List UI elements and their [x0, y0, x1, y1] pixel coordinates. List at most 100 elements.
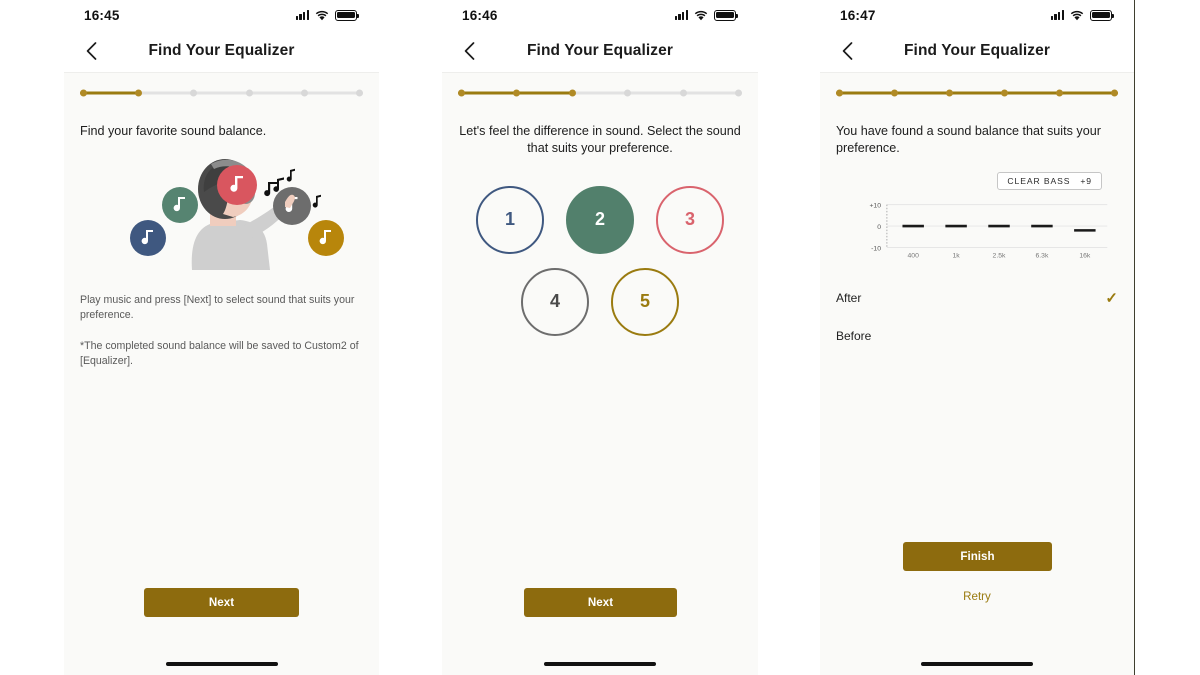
stepper-dots	[80, 89, 363, 97]
status-icons	[1050, 9, 1115, 21]
phone-1-content: Find your favorite sound balance. Play m…	[64, 123, 379, 370]
finish-button[interactable]: Finish	[903, 542, 1052, 571]
three-phone-screenshot-stage: 16:45 Find Your Equalizer Find your favo…	[0, 0, 1200, 675]
compare-row-before[interactable]: Before	[836, 317, 1118, 355]
stepper-dot	[1001, 89, 1008, 97]
status-icons	[295, 9, 360, 21]
home-indicator	[165, 662, 278, 666]
music-note-glyph	[286, 169, 295, 182]
stepper-dot	[355, 89, 363, 97]
sound-choice-row-bottom: 4 5	[458, 267, 742, 336]
clear-bass-label: CLEAR BASS	[1007, 175, 1071, 186]
phone-2-content: Let's feel the difference in sound. Sele…	[442, 123, 758, 336]
stepper-dot	[458, 89, 465, 97]
nav-bar: Find Your Equalizer	[442, 30, 758, 73]
stepper-dot	[946, 89, 953, 97]
stepper-dot	[624, 89, 632, 97]
compare-label-before: Before	[836, 328, 872, 343]
home-indicator	[544, 662, 656, 666]
page-title: Find Your Equalizer	[903, 42, 1050, 59]
eq-band-markers	[902, 224, 1096, 232]
check-icon: ✓	[1105, 289, 1118, 307]
next-button[interactable]: Next	[144, 588, 299, 617]
phone-3-content: You have found a sound balance that suit…	[820, 123, 1134, 355]
stepper-dot	[1056, 89, 1063, 97]
phone-screen-2: 16:46 Find Your Equalizer Let's feel the…	[442, 0, 758, 675]
sound-circle-green	[162, 187, 198, 224]
status-time: 16:46	[462, 7, 498, 23]
sound-circle-red	[217, 165, 257, 206]
stepper-dot	[513, 89, 521, 97]
page-title: Find Your Equalizer	[148, 42, 295, 59]
sound-choice-row-top: 1 2 3	[458, 185, 742, 254]
sound-choice-5[interactable]: 5	[611, 267, 679, 336]
sound-circle-gray	[273, 187, 311, 226]
stepper-dot	[836, 89, 843, 97]
stepper-dots	[458, 89, 742, 97]
page-title: Find Your Equalizer	[526, 42, 673, 59]
compare-label-after: After	[836, 290, 862, 305]
clear-bass-badge: CLEAR BASS +9	[997, 171, 1102, 190]
next-button[interactable]: Next	[524, 588, 677, 617]
stepper-dot	[80, 89, 87, 97]
retry-button[interactable]: Retry	[820, 590, 1134, 603]
phone-screen-1: 16:45 Find Your Equalizer Find your favo…	[64, 0, 379, 675]
signal-bars-icon	[674, 10, 688, 20]
x-tick-label: 1k	[953, 252, 961, 259]
battery-full-icon	[335, 9, 360, 21]
sound-choice-group: 1 2 3 4 5	[458, 185, 742, 336]
y-tick-label: 0	[877, 224, 881, 231]
sound-circle-blue	[130, 220, 166, 257]
stepper-dot	[190, 89, 198, 97]
sound-choice-2[interactable]: 2	[566, 185, 634, 254]
status-bar: 16:45	[64, 0, 379, 30]
stepper-dot	[245, 89, 253, 97]
lead-text: You have found a sound balance that suit…	[836, 124, 1101, 156]
nav-bar: Find Your Equalizer	[64, 30, 379, 73]
stepper-dot	[679, 89, 687, 97]
lead-text: Find your favorite sound balance.	[80, 124, 267, 138]
wifi-icon	[315, 10, 329, 21]
chevron-left-icon[interactable]	[456, 38, 482, 64]
x-tick-label: 6.3k	[1035, 252, 1048, 259]
stepper-dot	[300, 89, 308, 97]
progress-stepper	[64, 73, 379, 113]
x-tick-label: 400	[908, 252, 920, 259]
chevron-left-icon[interactable]	[78, 38, 104, 64]
equalizer-graph-panel: CLEAR BASS +9 +10 0 -10 400 1k 2.5k 6.3k…	[836, 171, 1118, 265]
signal-bars-icon	[1050, 10, 1064, 20]
nav-bar: Find Your Equalizer	[820, 30, 1134, 73]
compare-row-after[interactable]: After ✓	[836, 279, 1118, 317]
progress-stepper	[820, 73, 1134, 113]
clear-bass-value: +9	[1080, 175, 1092, 186]
status-bar: 16:47	[820, 0, 1134, 30]
signal-bars-icon	[295, 10, 309, 20]
helper-text-note: *The completed sound balance will be sav…	[80, 340, 359, 368]
phone-screen-3: 16:47 Find Your Equalizer You have found…	[820, 0, 1135, 675]
sound-circle-gold	[308, 220, 344, 257]
sound-choice-1[interactable]: 1	[476, 185, 544, 254]
equalizer-chart: +10 0 -10 400 1k 2.5k 6.3k 16k	[869, 202, 1108, 259]
home-indicator	[921, 662, 1033, 666]
stepper-dots	[836, 89, 1118, 97]
chevron-left-icon[interactable]	[834, 38, 860, 64]
battery-full-icon	[714, 9, 739, 21]
compare-list: After ✓ Before	[836, 279, 1118, 355]
lead-text: Let's feel the difference in sound. Sele…	[459, 124, 741, 156]
wifi-icon	[1070, 10, 1084, 21]
progress-stepper	[442, 73, 758, 113]
sound-choice-4[interactable]: 4	[521, 267, 589, 336]
x-tick-label: 16k	[1079, 252, 1091, 259]
stepper-dot	[568, 89, 576, 97]
stepper-dot	[891, 89, 898, 97]
status-time: 16:45	[84, 7, 120, 23]
wifi-icon	[694, 10, 708, 21]
helper-text-primary: Play music and press [Next] to select so…	[80, 294, 355, 322]
person-with-headphones-selecting-sound-illustration	[130, 159, 344, 271]
music-note-glyph	[312, 195, 321, 208]
x-tick-label: 2.5k	[993, 252, 1006, 259]
status-icons	[674, 9, 739, 21]
stepper-dot	[135, 89, 143, 97]
y-tick-label: +10	[869, 202, 881, 209]
sound-choice-3[interactable]: 3	[656, 185, 724, 254]
